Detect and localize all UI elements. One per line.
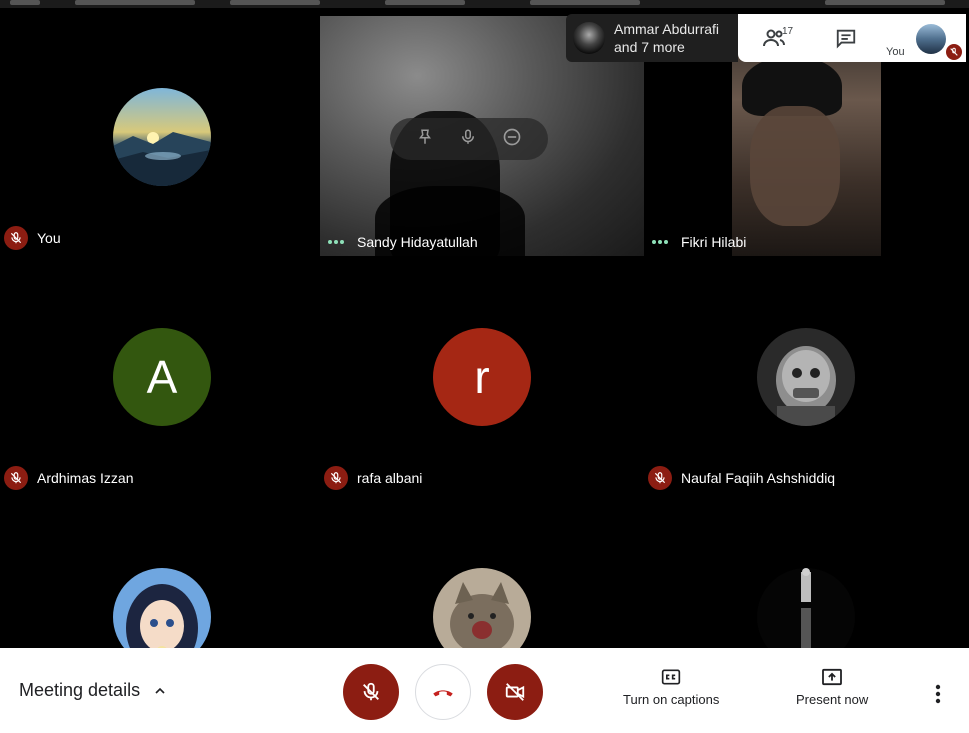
right-panel-toolbar: 17 You bbox=[738, 14, 966, 62]
nameplate: You bbox=[4, 226, 61, 250]
participant-name: Sandy Hidayatullah bbox=[357, 234, 478, 250]
participant-name: rafa albani bbox=[357, 470, 423, 486]
participant-tile-naufal[interactable]: Naufal Faqiih Ashshiddiq bbox=[644, 256, 968, 496]
chevron-up-icon bbox=[155, 687, 165, 694]
leave-call-button[interactable] bbox=[415, 664, 471, 720]
participant-tile-anime[interactable] bbox=[0, 496, 324, 648]
mic-icon[interactable] bbox=[459, 128, 477, 151]
camera-off-icon bbox=[505, 683, 525, 701]
captions-icon bbox=[662, 669, 681, 685]
avatar: r bbox=[433, 328, 531, 426]
mic-off-icon bbox=[946, 44, 962, 60]
speaking-indicator-icon bbox=[648, 240, 672, 244]
bottom-control-bar: Meeting details Turn on captions Present… bbox=[0, 648, 969, 733]
participant-tile-kitten[interactable] bbox=[320, 496, 644, 648]
avatar bbox=[113, 568, 211, 648]
participant-name: You bbox=[37, 230, 61, 246]
nameplate: Naufal Faqiih Ashshiddiq bbox=[648, 466, 835, 490]
more-options-button[interactable] bbox=[926, 682, 950, 706]
present-icon bbox=[822, 668, 843, 686]
avatar bbox=[113, 88, 211, 186]
self-view-label: You bbox=[886, 46, 905, 58]
meeting-details-button[interactable]: Meeting details bbox=[19, 680, 168, 701]
toggle-camera-button[interactable] bbox=[487, 664, 543, 720]
avatar bbox=[757, 328, 855, 426]
remove-icon[interactable] bbox=[502, 127, 522, 152]
chat-button[interactable] bbox=[810, 14, 882, 62]
speaking-indicator-icon bbox=[324, 240, 348, 244]
presenter-chip[interactable]: Ammar Abdurrafi and 7 more bbox=[566, 14, 738, 62]
nameplate: Sandy Hidayatullah bbox=[324, 234, 478, 250]
pin-icon[interactable] bbox=[416, 128, 434, 151]
chat-icon bbox=[836, 29, 856, 49]
nameplate: Fikri Hilabi bbox=[648, 234, 746, 250]
participant-name: Fikri Hilabi bbox=[681, 234, 747, 250]
browser-bookmark-strip bbox=[0, 0, 969, 8]
mic-off-icon bbox=[324, 466, 348, 490]
participant-tile-you[interactable]: You bbox=[0, 16, 324, 256]
captions-button[interactable]: Turn on captions bbox=[623, 668, 719, 707]
mic-off-icon bbox=[4, 226, 28, 250]
participant-name: Ardhimas Izzan bbox=[37, 470, 134, 486]
more-vertical-icon bbox=[935, 684, 941, 704]
self-avatar bbox=[916, 24, 946, 54]
tile-hover-controls bbox=[390, 118, 548, 160]
hang-up-icon bbox=[433, 690, 453, 697]
toggle-mic-button[interactable] bbox=[343, 664, 399, 720]
avatar bbox=[433, 568, 531, 648]
captions-label: Turn on captions bbox=[623, 692, 720, 707]
nameplate: Ardhimas Izzan bbox=[4, 466, 133, 490]
people-count-badge: 17 bbox=[782, 26, 794, 37]
nameplate: rafa albani bbox=[324, 466, 422, 490]
participant-name: Naufal Faqiih Ashshiddiq bbox=[681, 470, 836, 486]
avatar: A bbox=[113, 328, 211, 426]
participant-tile-figure[interactable] bbox=[644, 496, 968, 648]
mic-off-icon bbox=[363, 682, 379, 701]
participant-tile-rafa[interactable]: r rafa albani bbox=[320, 256, 644, 496]
people-button[interactable]: 17 bbox=[738, 14, 810, 62]
mic-off-icon bbox=[648, 466, 672, 490]
self-view-thumbnail[interactable]: You bbox=[882, 14, 966, 62]
meeting-details-label: Meeting details bbox=[19, 680, 141, 700]
participant-tile-ardhimas[interactable]: A Ardhimas Izzan bbox=[0, 256, 324, 496]
present-now-button[interactable]: Present now bbox=[796, 668, 868, 707]
presenter-name: Ammar Abdurrafi bbox=[614, 21, 720, 37]
present-label: Present now bbox=[796, 692, 869, 707]
presenter-more: and 7 more bbox=[614, 39, 685, 55]
avatar bbox=[757, 568, 855, 648]
presenter-avatar bbox=[573, 22, 605, 54]
mic-off-icon bbox=[4, 466, 28, 490]
